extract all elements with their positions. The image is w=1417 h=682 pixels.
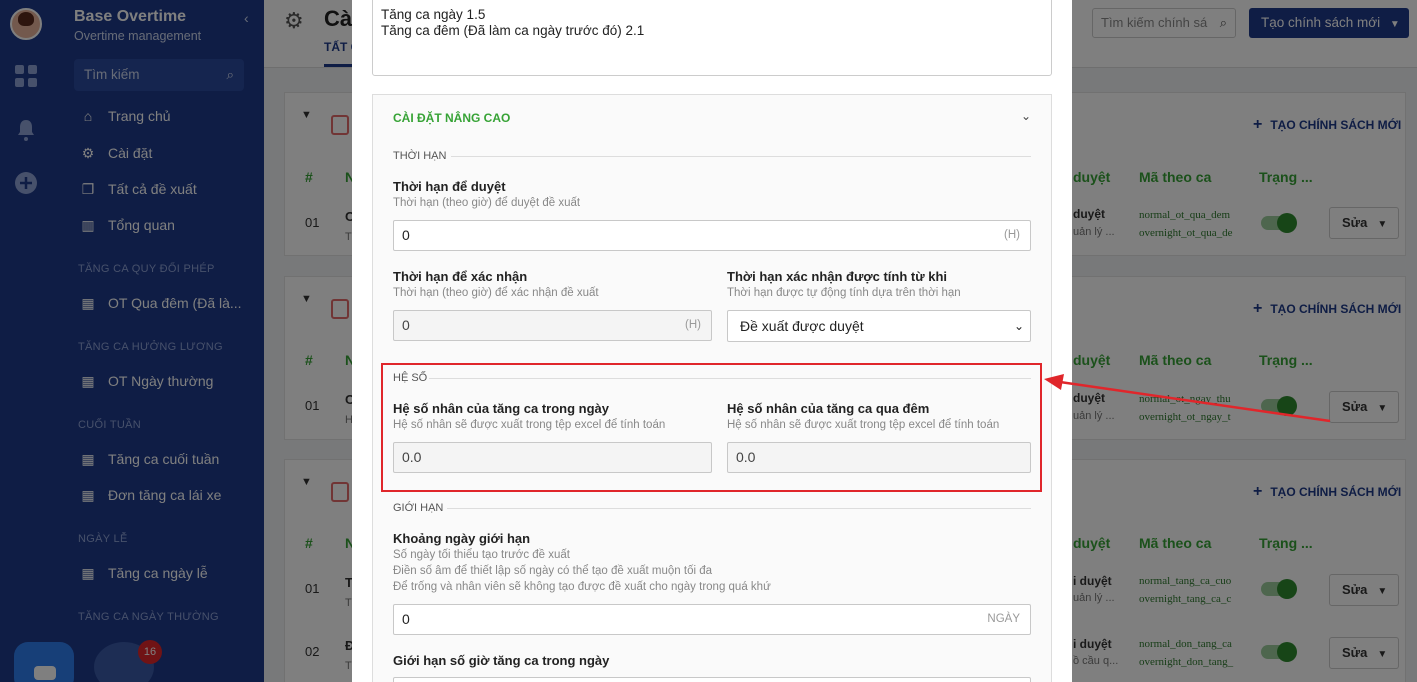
annotation-arrow: [1044, 374, 1331, 423]
